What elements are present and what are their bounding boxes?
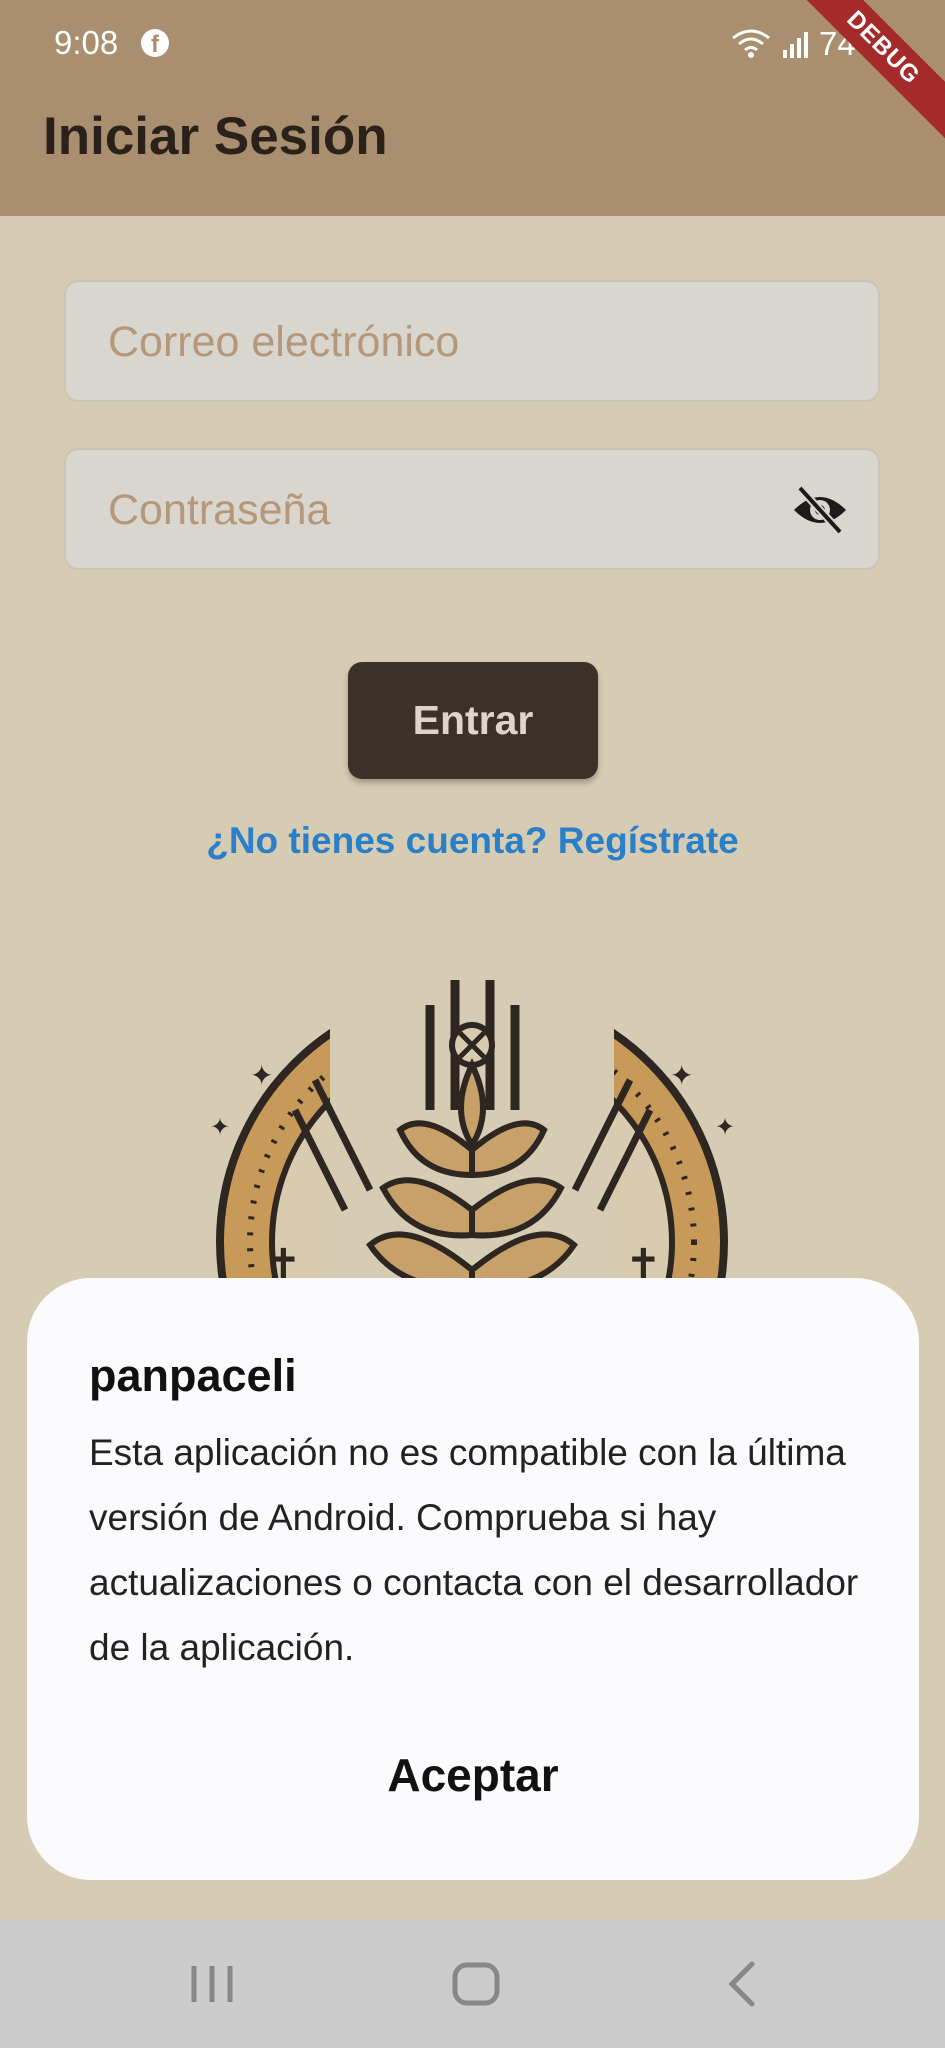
svg-text:✝: ✝ (625, 1240, 662, 1280)
app-bar: 9:08 f 74% DEBUG Iniciar Sesión (0, 0, 945, 216)
home-icon[interactable] (416, 1920, 536, 2048)
eye-slash-icon[interactable] (790, 484, 850, 536)
dialog-title: panpaceli (89, 1350, 297, 1401)
svg-text:✝: ✝ (265, 1240, 302, 1280)
status-time: 9:08 (54, 24, 119, 61)
svg-text:✦: ✦ (715, 1113, 735, 1141)
compatibility-dialog: panpaceli Esta aplicación no es compatib… (27, 1278, 919, 1880)
svg-text:✦: ✦ (670, 1059, 693, 1092)
accept-button[interactable]: Aceptar (27, 1748, 919, 1802)
register-link[interactable]: ¿No tienes cuenta? Regístrate (0, 820, 945, 862)
email-input[interactable] (106, 282, 790, 402)
page-title: Iniciar Sesión (43, 107, 388, 166)
dialog-message: Esta aplicación no es compatible con la … (89, 1432, 859, 1668)
wifi-icon (732, 29, 770, 58)
login-button[interactable]: Entrar (348, 662, 598, 779)
recent-apps-icon[interactable] (152, 1920, 272, 2048)
navigation-bar (0, 1920, 945, 2048)
svg-text:✦: ✦ (250, 1059, 273, 1092)
password-field[interactable] (64, 448, 880, 570)
back-icon[interactable] (682, 1920, 802, 2048)
email-field[interactable] (64, 280, 880, 402)
password-input[interactable] (106, 450, 790, 570)
facebook-icon: f (141, 29, 169, 58)
svg-text:✦: ✦ (210, 1113, 230, 1141)
wheat-emblem-logo: ✝ ✝ ✦ ✦ ✦ ✦ (210, 960, 735, 1280)
signal-icon (782, 32, 808, 58)
